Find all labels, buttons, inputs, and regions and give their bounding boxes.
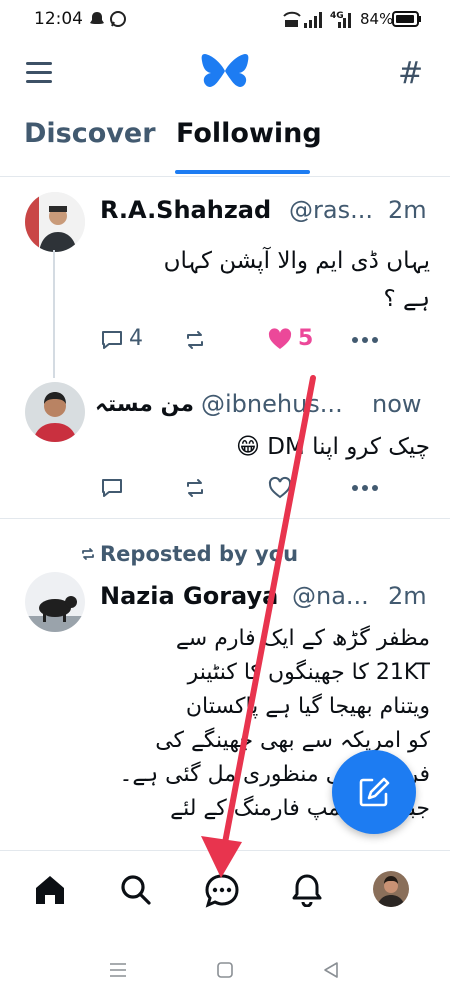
like-count: 5 — [298, 326, 314, 351]
tab-following[interactable]: Following — [176, 118, 322, 149]
post-time: now — [372, 390, 422, 418]
post-text-line: مظفر گڑھ کے ایک فارم سے — [175, 626, 430, 651]
compose-button[interactable] — [332, 750, 416, 834]
post-text: یہاں ڈی ایم والا آپشن کہاں ہے ؟ — [100, 242, 430, 318]
post-time: 2m — [388, 196, 427, 224]
repost-indicator-icon — [82, 548, 94, 560]
butterfly-logo — [201, 54, 249, 87]
post-time: 2m — [388, 582, 427, 610]
post-handle[interactable]: @ras... — [289, 196, 373, 224]
post-text-line: یہاں ڈی ایم والا آپشن کہاں — [163, 248, 430, 274]
battery-icon — [392, 11, 421, 27]
tab-discover[interactable]: Discover — [24, 118, 156, 149]
search-icon[interactable] — [119, 873, 153, 907]
status-bar: 12:04 4G 84% — [0, 0, 450, 38]
active-tab-indicator — [175, 170, 310, 174]
more-options-icon[interactable] — [352, 336, 378, 344]
reply-icon[interactable] — [100, 328, 124, 352]
profile-avatar[interactable] — [373, 871, 409, 907]
bell-icon[interactable] — [290, 873, 324, 907]
notification-icons — [90, 11, 126, 27]
status-time: 12:04 — [34, 9, 83, 29]
chat-icon[interactable] — [204, 873, 240, 909]
post-author[interactable]: Nazia Goraya — [100, 582, 278, 610]
battery-percent: 84% — [360, 10, 394, 28]
post-text-line: ہے ؟ — [383, 286, 430, 312]
reply-count: 4 — [129, 326, 143, 351]
avatar[interactable] — [25, 382, 85, 442]
thread-line — [53, 250, 55, 378]
post-text-line: ویتنام بھیجا گیا ہے پاکستان — [185, 694, 430, 719]
avatar[interactable] — [25, 192, 85, 252]
reply-icon[interactable] — [100, 476, 124, 500]
recent-apps-icon[interactable] — [108, 962, 128, 978]
post-author[interactable]: من مستہ — [95, 392, 194, 417]
header-divider — [0, 176, 450, 177]
post-author[interactable]: R.A.Shahzad — [100, 196, 271, 224]
like-icon[interactable] — [267, 327, 293, 351]
hashtag-icon: # — [398, 56, 424, 91]
post-divider — [0, 518, 450, 519]
post-handle[interactable]: @na... — [292, 582, 369, 610]
feeds-button[interactable]: # — [398, 56, 423, 91]
compose-icon — [359, 777, 390, 807]
avatar-photo — [373, 871, 409, 907]
system-navigation-bar — [0, 936, 450, 1000]
avatar-photo — [25, 382, 85, 442]
home-icon[interactable] — [33, 873, 67, 907]
post-text-line: 21KT کا جھینگوں کا کنٹینر — [187, 660, 430, 685]
avatar-photo — [25, 192, 85, 252]
post-handle[interactable]: @ibnehus... — [201, 390, 343, 418]
repost-icon[interactable] — [183, 328, 207, 352]
avatar[interactable] — [25, 572, 85, 632]
bottom-nav — [0, 850, 450, 937]
repost-icon[interactable] — [183, 476, 207, 500]
more-options-icon[interactable] — [352, 484, 378, 492]
menu-button[interactable] — [26, 62, 52, 89]
post-text: چیک کرو اپنا DM 😁 — [235, 434, 430, 460]
back-icon[interactable] — [322, 961, 340, 979]
avatar-photo — [25, 572, 85, 632]
hamburger-icon — [26, 62, 52, 65]
network-type: 4G — [330, 11, 344, 21]
like-icon[interactable] — [267, 476, 293, 500]
reposted-by-label[interactable]: Reposted by you — [100, 542, 298, 566]
home-square-icon[interactable] — [216, 961, 234, 979]
